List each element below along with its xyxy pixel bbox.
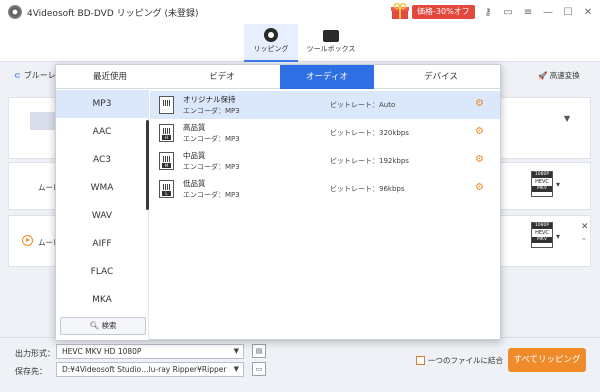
format-item[interactable]: WMA <box>56 174 148 202</box>
maximize-icon[interactable]: ☐ <box>560 4 576 20</box>
tab-ripping[interactable]: リッピング <box>244 24 298 62</box>
audio-preset-icon: H <box>159 124 174 142</box>
chevron-down-icon[interactable]: ▾ <box>556 180 560 189</box>
output-format-label: 出力形式： <box>15 349 55 358</box>
remove-row-icon[interactable]: ✕ <box>581 222 589 232</box>
chevron-down-icon: ▼ <box>233 347 239 355</box>
open-folder-icon[interactable]: ▭ <box>252 362 266 376</box>
preset-row[interactable]: L 低品質 エンコーダ：MP3 ビットレート：96kbps ⚙ <box>150 175 500 203</box>
format-item[interactable]: MP3 <box>56 90 148 118</box>
hw-accel-button[interactable]: 🚀 高速変換 <box>538 70 580 81</box>
merge-checkbox[interactable]: 一つのファイルに結合 <box>416 355 503 366</box>
rip-all-button[interactable]: すべてリッピング <box>508 348 586 372</box>
toolbox-icon <box>323 30 339 42</box>
tab-device[interactable]: デバイス <box>382 65 500 89</box>
tab-recent[interactable]: 最近使用 <box>56 65 164 89</box>
chevron-down-icon[interactable]: ▼ <box>564 114 570 123</box>
audio-preset-icon: M <box>159 152 174 170</box>
tab-audio[interactable]: オーディオ <box>280 65 374 89</box>
play-icon[interactable] <box>22 235 33 246</box>
key-icon[interactable]: ⚷ <box>480 4 496 20</box>
app-title: 4Videosoft BD-DVD リッピング (未登録) <box>27 8 199 19</box>
menu-icon[interactable]: ≡ <box>520 4 536 20</box>
close-icon[interactable]: ✕ <box>580 4 596 20</box>
audio-preset-icon: L <box>159 180 174 198</box>
save-to-select[interactable]: D:¥4Videosoft Studio…lu-ray Ripper¥Rippe… <box>56 362 244 377</box>
minimize-icon[interactable]: — <box>540 4 556 20</box>
preset-row[interactable]: M 中品質 エンコーダ：MP3 ビットレート：192kbps ⚙ <box>150 147 500 175</box>
preset-list: オリジナル保持 エンコーダ：MP3 ビットレート：Auto ⚙ H 高品質 エン… <box>150 90 500 340</box>
disc-thumbnail <box>30 112 56 130</box>
output-format-select[interactable]: HEVC MKV HD 1080P ▼ <box>56 344 244 359</box>
chevron-down-icon: ▼ <box>233 365 239 373</box>
format-item[interactable]: AAC <box>56 118 148 146</box>
title-bar: 4Videosoft BD-DVD リッピング (未登録) 価格-30%オフ ⚷… <box>0 0 600 24</box>
format-item[interactable]: AIFF <box>56 230 148 258</box>
format-settings-icon[interactable]: ▤ <box>252 344 266 358</box>
gear-icon[interactable]: ⚙ <box>475 98 484 110</box>
search-icon: 🔍︎ <box>89 321 100 330</box>
load-disc-icon: ⊂ <box>14 71 21 80</box>
format-dropdown: 最近使用 ビデオ オーディオ デバイス MP3 AAC AC3 WMA WAV … <box>55 64 501 340</box>
search-button[interactable]: 🔍︎ 検索 <box>60 317 146 335</box>
format-tabs: 最近使用 ビデオ オーディオ デバイス <box>56 65 500 89</box>
audio-preset-icon <box>159 96 174 114</box>
gift-icon[interactable] <box>391 3 409 20</box>
rocket-icon: 🚀 <box>538 71 548 80</box>
top-nav: リッピング ツールボックス <box>0 24 600 62</box>
bluray-source-label[interactable]: ⊂ ブルーレ <box>14 70 56 81</box>
checkbox-icon <box>416 356 425 365</box>
preset-row[interactable]: オリジナル保持 エンコーダ：MP3 ビットレート：Auto ⚙ <box>150 91 500 119</box>
format-item[interactable]: FLAC <box>56 258 148 286</box>
format-list-scrollbar[interactable] <box>146 120 149 210</box>
output-format-icon[interactable]: 1080P HEVC MKV <box>531 222 553 248</box>
format-item[interactable]: WAV <box>56 202 148 230</box>
preset-row[interactable]: H 高品質 エンコーダ：MP3 ビットレート：320kbps ⚙ <box>150 119 500 147</box>
format-item[interactable]: MKA <box>56 286 148 314</box>
tab-toolbox-label: ツールボックス <box>306 45 356 53</box>
chevron-up-icon[interactable]: ⌃ <box>581 237 587 245</box>
promo-badge[interactable]: 価格-30%オフ <box>412 5 475 19</box>
disc-icon <box>264 28 278 42</box>
format-list: MP3 AAC AC3 WMA WAV AIFF FLAC MKA 🔍︎ 検索 <box>56 90 149 340</box>
chat-icon[interactable]: ▭ <box>500 4 516 20</box>
format-item[interactable]: AC3 <box>56 146 148 174</box>
gear-icon[interactable]: ⚙ <box>475 154 484 166</box>
save-to-label: 保存先： <box>15 367 47 376</box>
gear-icon[interactable]: ⚙ <box>475 126 484 138</box>
output-format-icon[interactable]: 1080P HEVC MKV <box>531 171 553 197</box>
app-logo-icon <box>8 5 22 19</box>
tab-toolbox[interactable]: ツールボックス <box>304 24 358 62</box>
tab-ripping-label: リッピング <box>253 45 289 53</box>
gear-icon[interactable]: ⚙ <box>475 182 484 194</box>
chevron-down-icon[interactable]: ▾ <box>556 232 560 241</box>
tab-video[interactable]: ビデオ <box>172 65 272 89</box>
